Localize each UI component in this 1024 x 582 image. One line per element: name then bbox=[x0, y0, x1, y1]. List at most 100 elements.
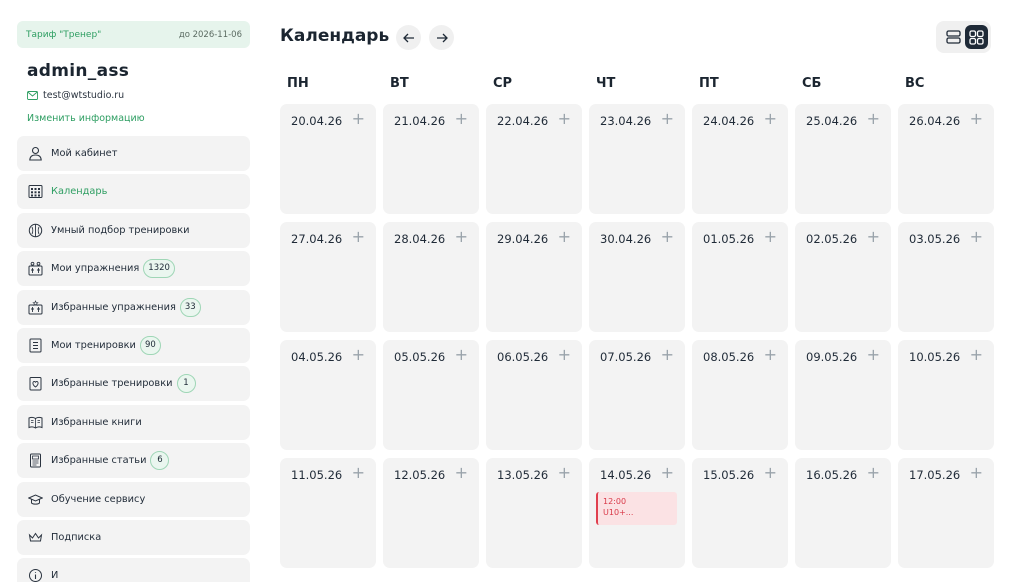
day-date: 20.04.26 bbox=[291, 114, 343, 128]
sidebar-menu: Мой кабинет Календарь Умный подбор трени… bbox=[17, 136, 250, 582]
plan-banner[interactable]: Тариф "Тренер" до 2026-11-06 bbox=[17, 21, 250, 48]
email-row: test@wtstudio.ru bbox=[27, 90, 250, 101]
username: admin_ass bbox=[27, 61, 130, 81]
favorite-exercise-icon bbox=[28, 299, 43, 315]
calendar-day-cell[interactable]: 25.04.26 + bbox=[795, 104, 891, 214]
grid-view-button[interactable] bbox=[965, 25, 988, 49]
add-event-button[interactable]: + bbox=[661, 111, 674, 127]
calendar-day-cell[interactable]: 24.04.26 + bbox=[692, 104, 788, 214]
add-event-button[interactable]: + bbox=[661, 229, 674, 245]
calendar-day-cell[interactable]: 06.05.26 + bbox=[486, 340, 582, 450]
calendar-day-cell[interactable]: 04.05.26 + bbox=[280, 340, 376, 450]
sidebar-item-my-workouts[interactable]: Мои тренировки 90 bbox=[17, 327, 250, 363]
add-event-button[interactable]: + bbox=[455, 229, 468, 245]
add-event-button[interactable]: + bbox=[867, 347, 880, 363]
calendar-day-cell[interactable]: 05.05.26 + bbox=[383, 340, 479, 450]
day-date: 13.05.26 bbox=[497, 468, 549, 482]
calendar-event[interactable]: 12:00 U10+... bbox=[596, 492, 677, 525]
add-event-button[interactable]: + bbox=[970, 111, 983, 127]
add-event-button[interactable]: + bbox=[970, 465, 983, 481]
calendar-day-cell[interactable]: 03.05.26 + bbox=[898, 222, 994, 332]
list-view-button[interactable] bbox=[942, 25, 965, 49]
calendar-day-cell[interactable]: 12.05.26 + bbox=[383, 458, 479, 568]
calendar-day-cell[interactable]: 27.04.26 + bbox=[280, 222, 376, 332]
calendar-day-cell[interactable]: 15.05.26 + bbox=[692, 458, 788, 568]
graduation-cap-icon bbox=[28, 493, 43, 505]
day-date: 04.05.26 bbox=[291, 350, 343, 364]
calendar-day-cell[interactable]: 23.04.26 + bbox=[589, 104, 685, 214]
calendar-day-cell[interactable]: 16.05.26 + bbox=[795, 458, 891, 568]
sidebar-item-favorite-articles[interactable]: Избранные статьи 6 bbox=[17, 443, 250, 479]
add-event-button[interactable]: + bbox=[352, 111, 365, 127]
add-event-button[interactable]: + bbox=[455, 111, 468, 127]
event-time: 12:00 bbox=[603, 497, 627, 506]
day-date: 23.04.26 bbox=[600, 114, 652, 128]
add-event-button[interactable]: + bbox=[764, 111, 777, 127]
sidebar-item-calendar[interactable]: Календарь bbox=[17, 174, 250, 210]
calendar-day-cell[interactable]: 26.04.26 + bbox=[898, 104, 994, 214]
brain-icon bbox=[28, 223, 43, 237]
calendar-day-cell[interactable]: 14.05.26 + 12:00 U10+... bbox=[589, 458, 685, 568]
day-date: 24.04.26 bbox=[703, 114, 755, 128]
edit-info-link[interactable]: Изменить информацию bbox=[27, 113, 250, 124]
add-event-button[interactable]: + bbox=[764, 465, 777, 481]
add-event-button[interactable]: + bbox=[455, 347, 468, 363]
sidebar-item-label: Календарь bbox=[51, 186, 108, 198]
sidebar-item-favorite-exercises[interactable]: Избранные упражнения 33 bbox=[17, 289, 250, 325]
count-badge: 33 bbox=[179, 297, 201, 317]
add-event-button[interactable]: + bbox=[970, 229, 983, 245]
sidebar-item-subscription[interactable]: Подписка bbox=[17, 519, 250, 555]
calendar-day-cell[interactable]: 29.04.26 + bbox=[486, 222, 582, 332]
calendar-day-cell[interactable]: 17.05.26 + bbox=[898, 458, 994, 568]
add-event-button[interactable]: + bbox=[558, 465, 571, 481]
calendar-day-cell[interactable]: 11.05.26 + bbox=[280, 458, 376, 568]
day-header-sun: ВС bbox=[905, 76, 925, 91]
sidebar-item-service-training[interactable]: Обучение сервису bbox=[17, 481, 250, 517]
next-week-button[interactable] bbox=[429, 25, 454, 50]
calendar-day-cell[interactable]: 09.05.26 + bbox=[795, 340, 891, 450]
day-date: 05.05.26 bbox=[394, 350, 446, 364]
day-header-tue: ВТ bbox=[390, 76, 409, 91]
calendar-day-cell[interactable]: 21.04.26 + bbox=[383, 104, 479, 214]
calendar-day-cell[interactable]: 02.05.26 + bbox=[795, 222, 891, 332]
day-date: 22.04.26 bbox=[497, 114, 549, 128]
calendar-day-cell[interactable]: 28.04.26 + bbox=[383, 222, 479, 332]
add-event-button[interactable]: + bbox=[867, 229, 880, 245]
add-event-button[interactable]: + bbox=[352, 465, 365, 481]
calendar-day-cell[interactable]: 20.04.26 + bbox=[280, 104, 376, 214]
sidebar-item-label: Избранные упражнения bbox=[51, 301, 176, 313]
add-event-button[interactable]: + bbox=[764, 347, 777, 363]
add-event-button[interactable]: + bbox=[558, 347, 571, 363]
add-event-button[interactable]: + bbox=[867, 111, 880, 127]
add-event-button[interactable]: + bbox=[455, 465, 468, 481]
crown-icon bbox=[28, 532, 43, 542]
add-event-button[interactable]: + bbox=[352, 347, 365, 363]
calendar-day-cell[interactable]: 07.05.26 + bbox=[589, 340, 685, 450]
sidebar-item-smart-workout[interactable]: Умный подбор тренировки bbox=[17, 212, 250, 248]
sidebar-item-favorite-books[interactable]: Избранные книги bbox=[17, 404, 250, 440]
sidebar-item-label: Избранные статьи bbox=[51, 455, 147, 467]
add-event-button[interactable]: + bbox=[867, 465, 880, 481]
sidebar-item-favorite-workouts[interactable]: Избранные тренировки 1 bbox=[17, 366, 250, 402]
add-event-button[interactable]: + bbox=[661, 347, 674, 363]
grid-view-icon bbox=[969, 29, 984, 45]
calendar-icon bbox=[28, 185, 43, 199]
add-event-button[interactable]: + bbox=[352, 229, 365, 245]
calendar-day-cell[interactable]: 22.04.26 + bbox=[486, 104, 582, 214]
prev-week-button[interactable] bbox=[396, 25, 421, 50]
calendar-day-cell[interactable]: 10.05.26 + bbox=[898, 340, 994, 450]
sidebar-item-cabinet[interactable]: Мой кабинет bbox=[17, 136, 250, 171]
calendar-day-cell[interactable]: 01.05.26 + bbox=[692, 222, 788, 332]
calendar-day-cell[interactable]: 13.05.26 + bbox=[486, 458, 582, 568]
sidebar-item-info[interactable]: И bbox=[17, 558, 250, 582]
add-event-button[interactable]: + bbox=[558, 229, 571, 245]
sidebar-item-my-exercises[interactable]: Мои упражнения 1320 bbox=[17, 251, 250, 287]
sidebar: Тариф "Тренер" до 2026-11-06 admin_ass t… bbox=[17, 21, 250, 582]
calendar-day-cell[interactable]: 30.04.26 + bbox=[589, 222, 685, 332]
calendar-day-cell[interactable]: 08.05.26 + bbox=[692, 340, 788, 450]
add-event-button[interactable]: + bbox=[661, 465, 674, 481]
user-icon bbox=[29, 146, 42, 161]
add-event-button[interactable]: + bbox=[764, 229, 777, 245]
add-event-button[interactable]: + bbox=[558, 111, 571, 127]
add-event-button[interactable]: + bbox=[970, 347, 983, 363]
